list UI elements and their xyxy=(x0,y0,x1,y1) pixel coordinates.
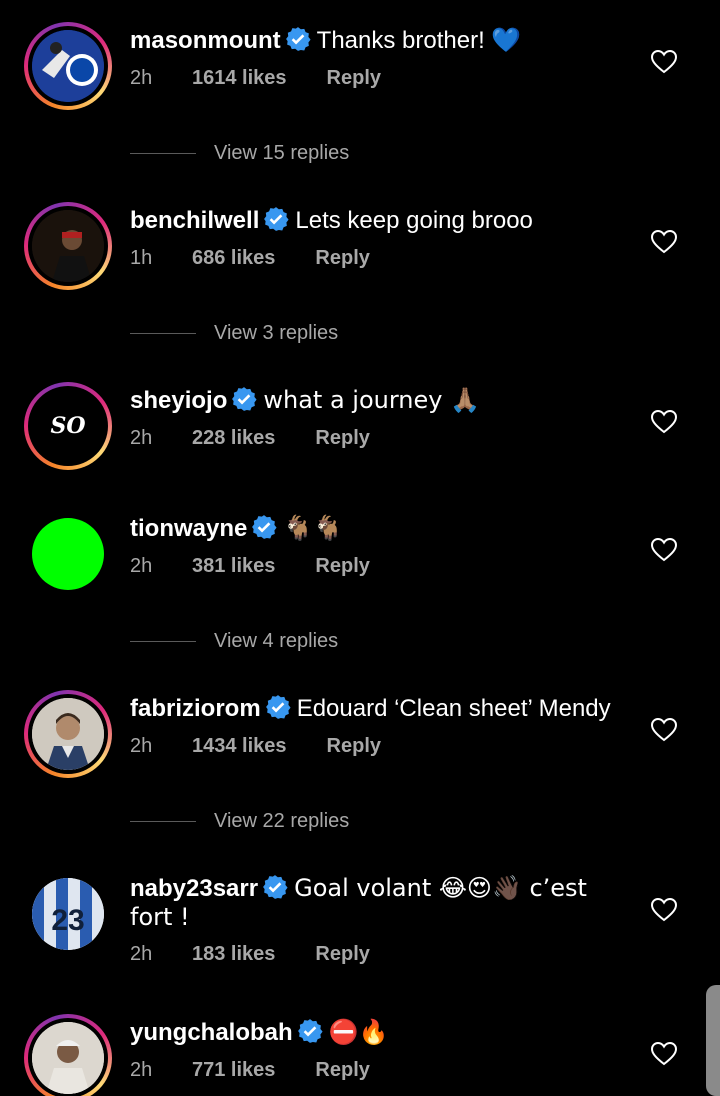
verified-badge-icon xyxy=(285,27,311,51)
verified-badge-icon xyxy=(252,515,277,539)
heart-icon[interactable] xyxy=(651,718,677,742)
avatar[interactable] xyxy=(24,22,112,110)
verified-badge-icon xyxy=(265,695,291,719)
reply-button[interactable]: Reply xyxy=(315,943,369,965)
comment-time: 2h xyxy=(130,943,153,965)
likes-count[interactable]: 1434 likes xyxy=(192,734,287,758)
comment-text: Lets keep going brooo xyxy=(295,207,533,234)
view-replies-button[interactable]: View 3 replies xyxy=(130,321,338,345)
comment-time: 2h xyxy=(130,555,153,577)
avatar[interactable]: SO xyxy=(24,382,112,470)
heart-icon[interactable] xyxy=(651,50,677,74)
verified-badge-icon xyxy=(263,875,288,899)
heart-icon[interactable] xyxy=(651,538,677,562)
likes-count[interactable]: 686 likes xyxy=(192,246,275,270)
comment-text: Thanks brother! 💙 xyxy=(316,27,522,54)
verified-badge-icon xyxy=(232,387,257,411)
avatar[interactable] xyxy=(24,202,112,290)
view-replies-button[interactable]: View 22 replies xyxy=(130,809,349,833)
comment-text: 🐐🐐 xyxy=(283,514,344,542)
likes-count[interactable]: 228 likes xyxy=(192,426,275,450)
likes-count[interactable]: 1614 likes xyxy=(192,66,287,90)
comment-time: 2h xyxy=(130,67,153,89)
view-replies-label: View 22 replies xyxy=(214,810,350,832)
avatar[interactable] xyxy=(24,690,112,778)
comment-text: ⛔🔥 xyxy=(328,1018,389,1046)
heart-icon[interactable] xyxy=(651,1042,677,1066)
view-replies-button[interactable]: View 15 replies xyxy=(130,141,349,165)
username[interactable]: benchilwell xyxy=(130,207,259,234)
view-replies-label: View 4 replies xyxy=(214,630,339,652)
heart-icon[interactable] xyxy=(651,230,677,254)
svg-text:23: 23 xyxy=(51,904,84,937)
reply-button[interactable]: Reply xyxy=(327,735,381,757)
username[interactable]: masonmount xyxy=(130,27,281,54)
reply-button[interactable]: Reply xyxy=(315,247,369,269)
avatar-logo-text: SO xyxy=(50,413,86,439)
view-replies-label: View 3 replies xyxy=(214,322,339,344)
username[interactable]: naby23sarr xyxy=(130,875,258,902)
verified-badge-icon xyxy=(264,207,289,231)
reply-button[interactable]: Reply xyxy=(327,67,381,89)
username[interactable]: fabriziorom xyxy=(130,695,261,722)
reply-button[interactable]: Reply xyxy=(315,555,369,577)
avatar[interactable] xyxy=(24,510,112,598)
view-replies-button[interactable]: View 4 replies xyxy=(130,629,338,653)
comment-time: 2h xyxy=(130,427,153,449)
verified-badge-icon xyxy=(297,1019,323,1043)
scroll-handle[interactable] xyxy=(706,985,720,1096)
likes-count[interactable]: 381 likes xyxy=(192,554,275,578)
username[interactable]: sheyiojo xyxy=(130,387,227,414)
reply-button[interactable]: Reply xyxy=(315,1059,369,1081)
comment-time: 2h xyxy=(130,1059,153,1081)
avatar[interactable]: 23 xyxy=(24,870,112,958)
comments-feed: masonmount Thanks brother! 💙 2h 1614 likes… xyxy=(0,0,720,1096)
comment-time: 2h xyxy=(130,735,153,757)
likes-count[interactable]: 183 likes xyxy=(192,942,275,966)
username[interactable]: yungchalobah xyxy=(130,1019,293,1046)
reply-button[interactable]: Reply xyxy=(315,427,369,449)
view-replies-label: View 15 replies xyxy=(214,142,350,164)
comment-time: 1h xyxy=(130,247,153,269)
username[interactable]: tionwayne xyxy=(130,515,247,542)
avatar[interactable] xyxy=(24,1014,112,1096)
comment-text: what a journey 🙏🏽 xyxy=(263,386,480,414)
heart-icon[interactable] xyxy=(651,898,677,922)
heart-icon[interactable] xyxy=(651,410,677,434)
comment-text: Edouard ‘Clean sheet’ Mendy xyxy=(296,695,611,722)
likes-count[interactable]: 771 likes xyxy=(192,1058,275,1082)
